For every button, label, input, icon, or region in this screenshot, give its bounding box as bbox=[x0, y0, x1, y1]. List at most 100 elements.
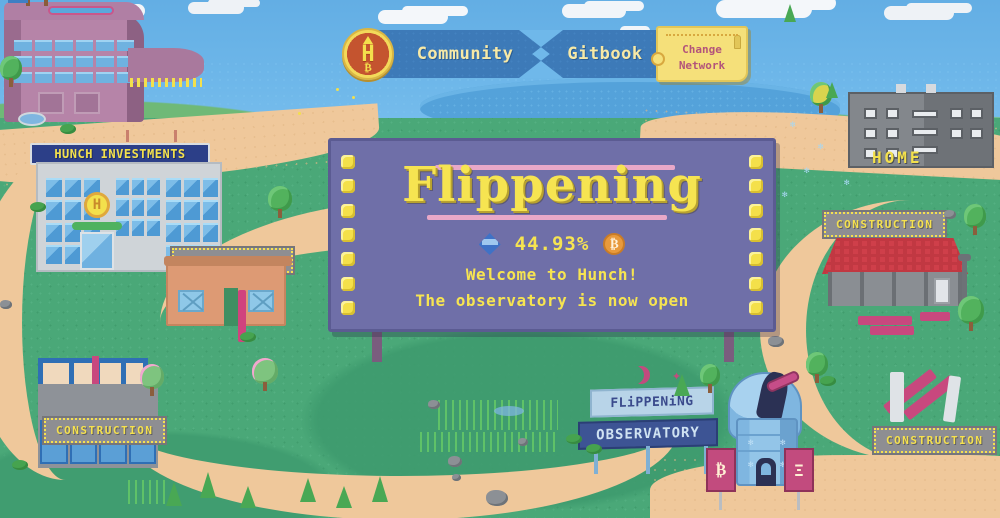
pine-tree bbox=[372, 476, 388, 502]
sparkle-icon: ✻ bbox=[844, 178, 850, 188]
bitcoin-glyph: ₿ bbox=[609, 237, 619, 252]
reeds bbox=[128, 480, 168, 504]
bush bbox=[566, 434, 582, 444]
rooftop-pool bbox=[48, 6, 114, 15]
sign-construction[interactable]: CONSTRUCTION bbox=[874, 428, 996, 453]
rooftop-unit bbox=[896, 84, 906, 93]
pavilion-roof bbox=[822, 238, 968, 274]
billboard-message-1: Welcome to Hunch! bbox=[465, 265, 639, 284]
btc-banner-glyph: ₿ bbox=[715, 460, 727, 479]
sparkle-icon: ✻ bbox=[818, 142, 824, 152]
tree bbox=[0, 56, 22, 88]
sign-construction[interactable]: CONSTRUCTION bbox=[44, 418, 166, 443]
pine-tree bbox=[166, 482, 182, 506]
debris bbox=[920, 312, 950, 321]
bush bbox=[586, 444, 602, 454]
bitcoin-glyph: ₿ bbox=[364, 61, 372, 74]
sign-hunch-investments-label: HUNCH INVESTMENTS bbox=[54, 147, 186, 161]
flower bbox=[352, 96, 355, 99]
sign-construction[interactable]: CONSTRUCTION bbox=[824, 212, 946, 237]
flippening-percent: 44.93% bbox=[514, 233, 590, 255]
flower bbox=[336, 88, 339, 91]
water-patch bbox=[494, 406, 524, 416]
nav-community-label: Community bbox=[416, 44, 514, 64]
sparkle-icon: ✻ bbox=[790, 120, 796, 130]
rock bbox=[944, 210, 956, 219]
rock bbox=[448, 456, 462, 467]
hotel-door bbox=[74, 92, 100, 114]
bush bbox=[30, 202, 46, 212]
office-door[interactable] bbox=[80, 232, 114, 270]
sparkle-icon: ✻ bbox=[804, 166, 810, 176]
sign-observatory-line1[interactable]: FLiPPENiNG bbox=[590, 386, 714, 418]
nav-gitbook-label: Gitbook bbox=[567, 44, 643, 64]
rock bbox=[0, 300, 12, 309]
sign-home[interactable]: HOME bbox=[872, 148, 923, 167]
office-awning bbox=[72, 222, 122, 230]
debris bbox=[858, 316, 912, 325]
building-hotel[interactable] bbox=[4, 0, 144, 122]
cloud bbox=[380, 12, 420, 22]
rock bbox=[428, 400, 440, 409]
cloud bbox=[716, 0, 812, 18]
cloud bbox=[562, 4, 626, 18]
reeds bbox=[438, 400, 558, 430]
billboard-message-2: The observatory is now open bbox=[415, 291, 689, 310]
rooftop-unit bbox=[926, 84, 936, 93]
gear-icon bbox=[651, 52, 665, 66]
ethereum-diamond-icon bbox=[363, 36, 373, 44]
bitcoin-icon: ₿ bbox=[603, 233, 626, 255]
welcome-billboard: Flippening 44.93% ₿ Welcome to Hunch! Th… bbox=[328, 138, 776, 332]
hunch-coin-icon[interactable]: H ₿ bbox=[342, 28, 394, 80]
flippening-stat-row: 44.93% ₿ bbox=[331, 233, 773, 255]
billboard-title: Flippening bbox=[402, 157, 702, 213]
hunch-logo-icon: H bbox=[84, 192, 110, 218]
pine-tree bbox=[240, 486, 256, 510]
btc-banner[interactable]: ₿ bbox=[706, 448, 736, 492]
eth-banner[interactable]: Ξ bbox=[784, 448, 814, 492]
billboard-leg bbox=[372, 332, 382, 362]
tree bbox=[958, 296, 984, 334]
nav-gitbook[interactable]: Gitbook bbox=[550, 30, 660, 78]
cloud bbox=[188, 2, 244, 14]
sign-construction-label: CONSTRUCTION bbox=[886, 434, 984, 447]
sign-home-label: HOME bbox=[872, 148, 923, 167]
pine-tree bbox=[784, 4, 796, 28]
debris bbox=[870, 326, 914, 335]
tree bbox=[268, 186, 292, 220]
sparkle-icon: ✻ bbox=[782, 190, 788, 200]
hunch-logo-letter: H bbox=[92, 197, 102, 213]
billboard-leg bbox=[724, 332, 734, 362]
store-window bbox=[178, 290, 204, 312]
hotel-deck-rail bbox=[130, 78, 202, 87]
tree bbox=[700, 364, 720, 393]
change-network-button[interactable]: Change Network bbox=[651, 26, 748, 82]
bush bbox=[240, 332, 256, 342]
bush bbox=[820, 376, 836, 386]
bush bbox=[12, 460, 28, 470]
hotel-door bbox=[38, 92, 64, 114]
observatory-door[interactable] bbox=[756, 458, 776, 486]
change-network-line1: Change bbox=[682, 43, 722, 57]
rock bbox=[518, 438, 528, 446]
ethereum-icon bbox=[478, 233, 501, 255]
building-construction-store[interactable] bbox=[164, 256, 292, 342]
store-window bbox=[248, 290, 274, 312]
crescent-moon-icon bbox=[632, 366, 650, 384]
cloud bbox=[884, 6, 954, 20]
blossom-tree bbox=[252, 358, 278, 394]
pine-tree bbox=[300, 478, 316, 502]
pine-tree bbox=[336, 486, 352, 510]
beam bbox=[890, 372, 904, 422]
utility-box bbox=[934, 278, 950, 304]
sign-observatory-line2-label: OBSERVATORY bbox=[596, 424, 700, 444]
rock bbox=[452, 474, 461, 481]
change-network-line2: Network bbox=[678, 59, 726, 72]
sign-construction-label: CONSTRUCTION bbox=[56, 424, 154, 437]
sign-construction-label: CONSTRUCTION bbox=[836, 218, 934, 231]
title-rule-bottom bbox=[427, 215, 667, 220]
hotel-deck bbox=[128, 48, 204, 82]
eth-banner-glyph: Ξ bbox=[794, 460, 804, 480]
blossom-tree bbox=[140, 364, 164, 398]
nav-community[interactable]: Community bbox=[400, 30, 530, 78]
